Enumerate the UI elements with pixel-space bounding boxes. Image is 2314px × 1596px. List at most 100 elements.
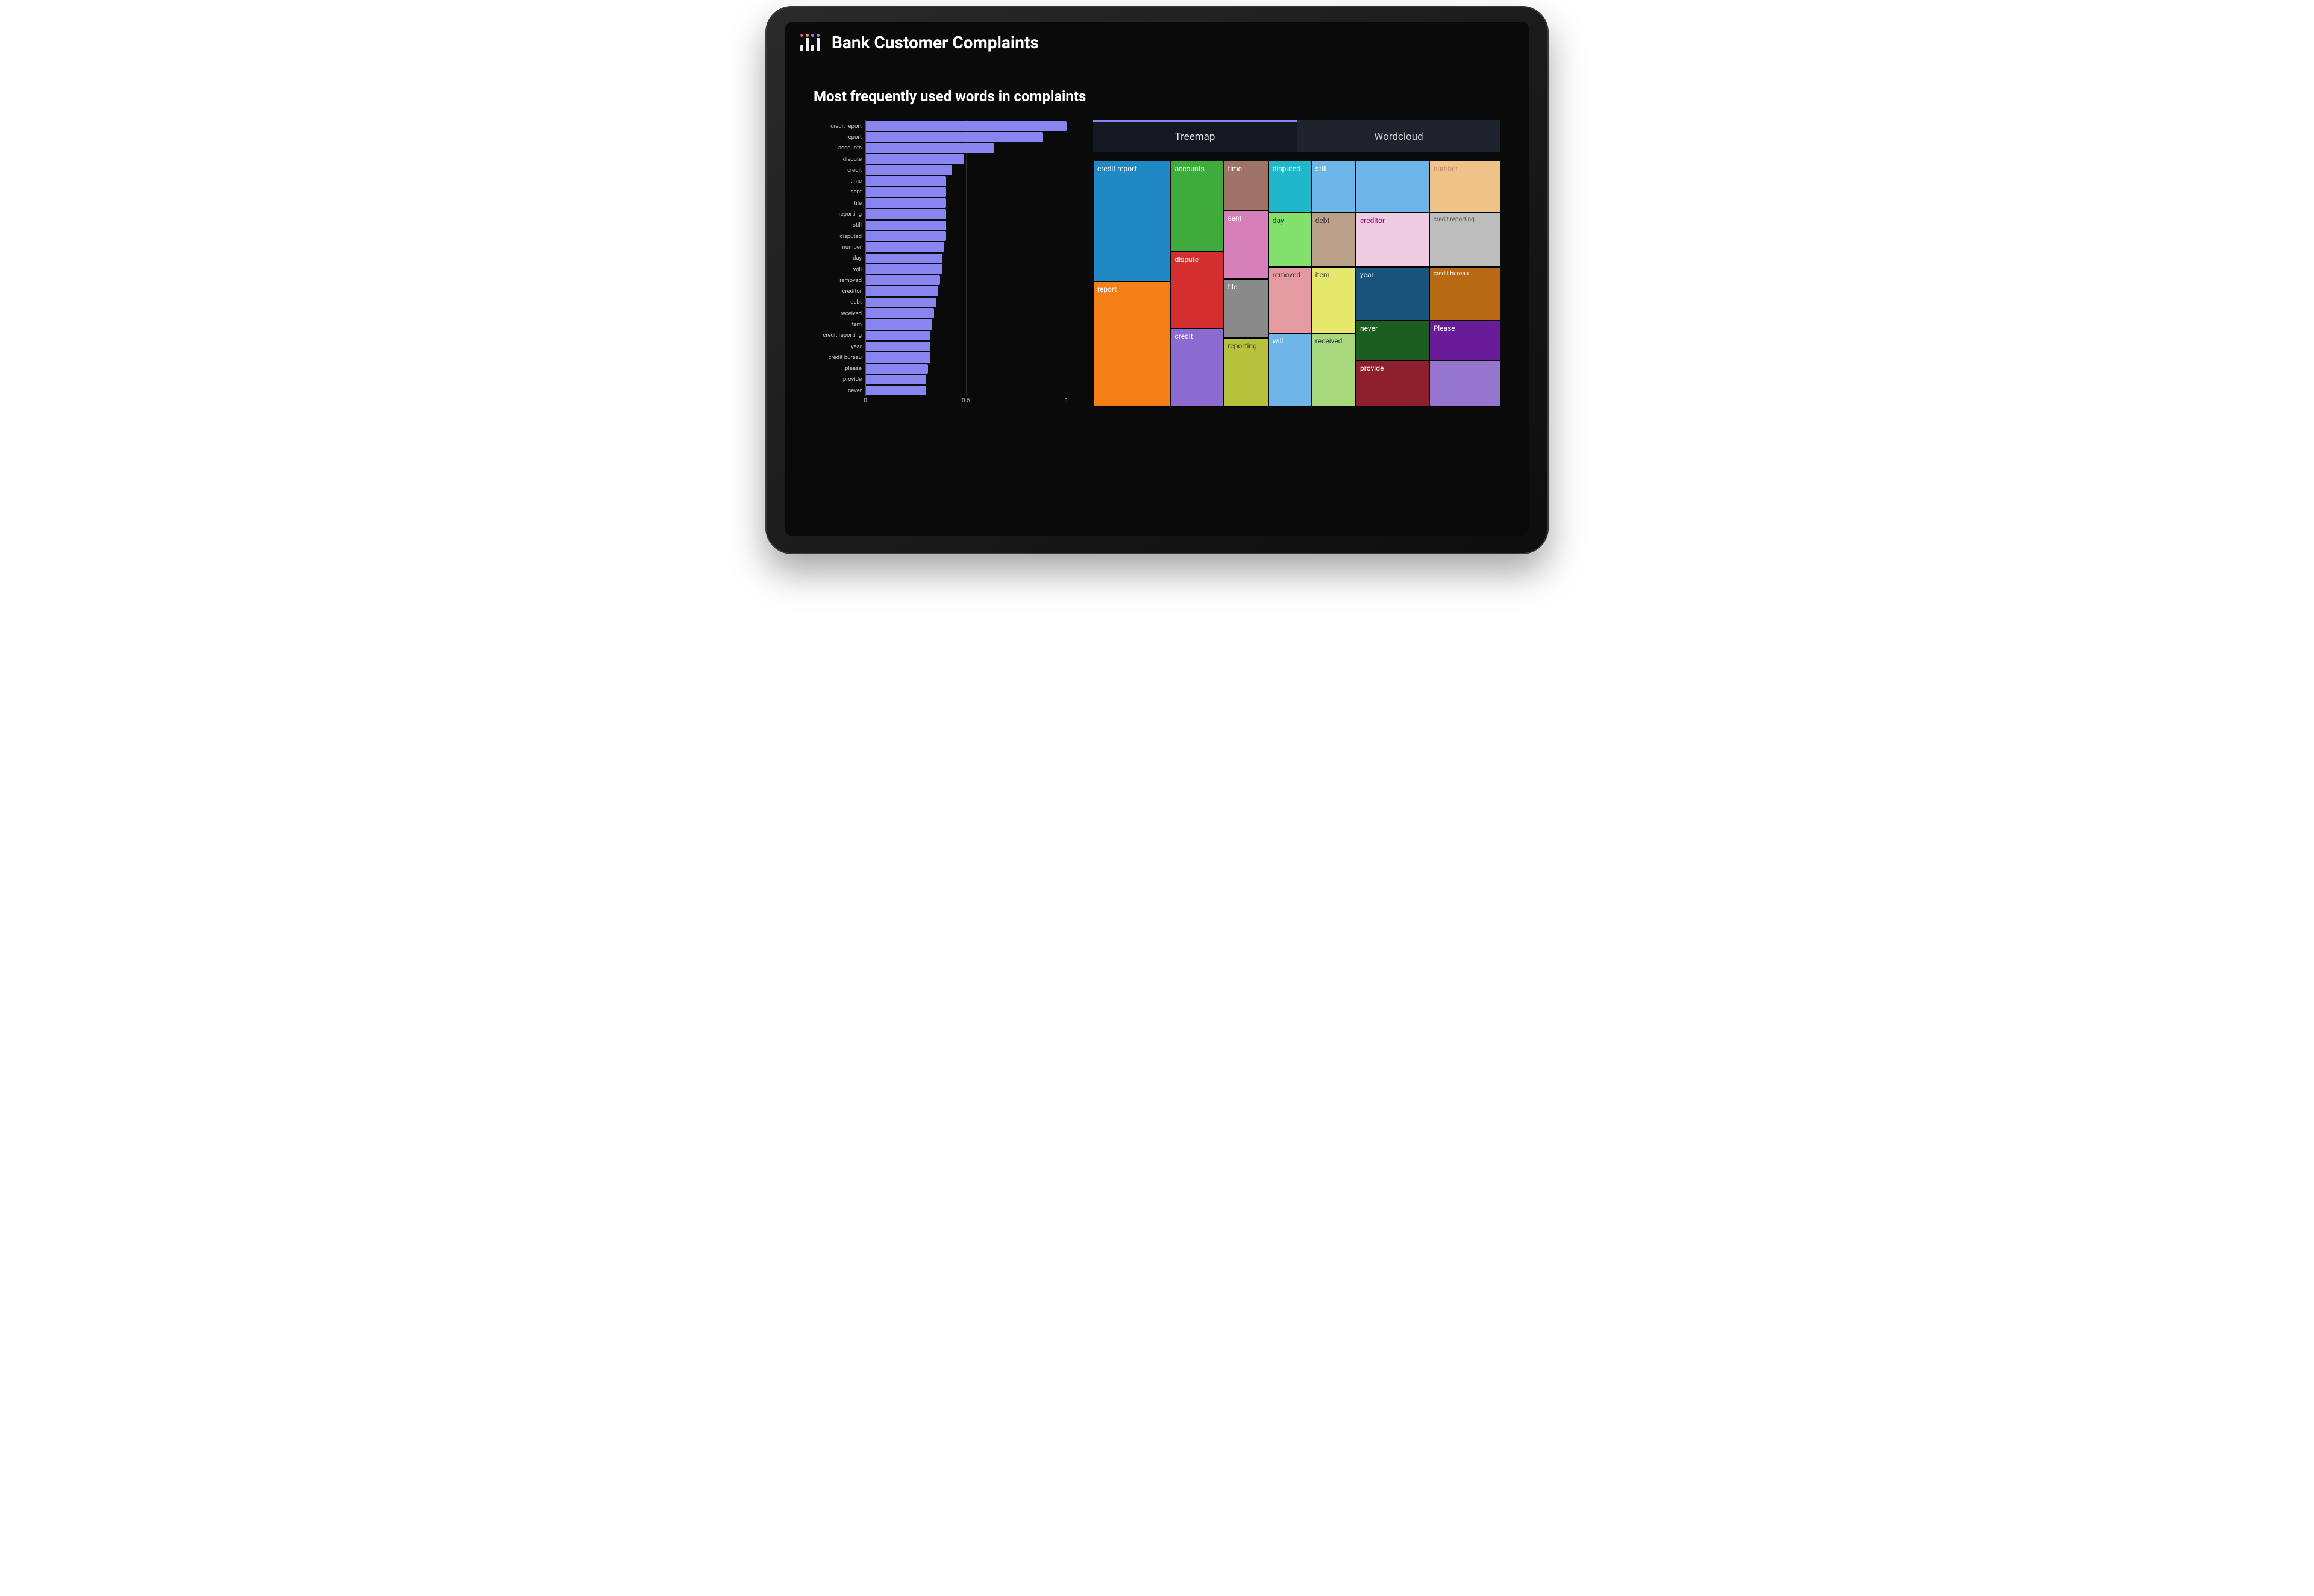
treemap-cell[interactable]: number: [1429, 161, 1500, 213]
treemap-cell[interactable]: disputed: [1268, 161, 1311, 213]
bar-row[interactable]: accounts: [814, 143, 1067, 154]
bar-row[interactable]: never: [814, 385, 1067, 396]
treemap-cell[interactable]: credit bureau: [1429, 267, 1500, 321]
bar-row[interactable]: item: [814, 319, 1067, 330]
bar-fill: [866, 319, 932, 329]
tab-wordcloud[interactable]: Wordcloud: [1297, 120, 1500, 152]
dashboard-content: Most frequently used words in complaints…: [785, 61, 1529, 425]
treemap-cell[interactable]: credit: [1170, 328, 1223, 407]
bar-label: reporting: [814, 211, 865, 217]
treemap-cell[interactable]: creditor: [1356, 213, 1429, 267]
treemap-cell[interactable]: still: [1311, 161, 1356, 213]
treemap-cell[interactable]: removed: [1268, 267, 1311, 333]
bar-row[interactable]: disputed: [814, 231, 1067, 242]
bar-label: still: [814, 222, 865, 228]
bar-fill: [866, 221, 946, 230]
bar-fill: [866, 254, 942, 263]
treemap-cell[interactable]: sent: [1223, 210, 1268, 279]
bar-row[interactable]: will: [814, 264, 1067, 275]
treemap-cell[interactable]: credit report: [1093, 161, 1170, 281]
bar-chart: credit report report accountsdispute credit…: [814, 120, 1067, 407]
bar-row[interactable]: still: [814, 220, 1067, 231]
bar-row[interactable]: year: [814, 341, 1067, 352]
bar-label: credit: [814, 167, 865, 174]
bar-row[interactable]: report: [814, 131, 1067, 142]
bar-row[interactable]: please: [814, 363, 1067, 374]
app-logo-icon: [800, 34, 820, 51]
bar-fill: [866, 198, 946, 208]
bar-label: removed: [814, 277, 865, 284]
treemap-cell[interactable]: day: [1268, 213, 1311, 267]
bar-row[interactable]: time: [814, 175, 1067, 186]
bar-fill: [866, 165, 952, 175]
bar-row[interactable]: credit reporting: [814, 330, 1067, 341]
bar-row[interactable]: credit bureau: [814, 352, 1067, 363]
treemap-cell[interactable]: Please: [1429, 321, 1500, 360]
treemap-cell[interactable]: never: [1356, 321, 1429, 360]
treemap-cell[interactable]: item: [1311, 267, 1356, 333]
treemap-cell-label: accounts: [1174, 164, 1204, 173]
bar-row[interactable]: reporting: [814, 208, 1067, 219]
treemap-cell[interactable]: [1356, 161, 1429, 213]
treemap-cell[interactable]: year: [1356, 267, 1429, 321]
bar-row[interactable]: sent: [814, 187, 1067, 198]
treemap-cell-label: sent: [1228, 214, 1241, 222]
bar-fill: [866, 121, 1067, 131]
treemap-cell[interactable]: file: [1223, 279, 1268, 338]
bar-label: disputed: [814, 233, 865, 240]
section-title: Most frequently used words in complaints: [814, 88, 1500, 105]
treemap-cell-label: day: [1273, 216, 1284, 225]
bar-fill: [866, 386, 926, 395]
viz-tabs: Treemap Wordcloud: [1093, 120, 1500, 152]
bar-label: will: [814, 266, 865, 273]
treemap-cell[interactable]: [1429, 360, 1500, 407]
bar-fill: [866, 375, 926, 384]
treemap-cell-label: credit reporting: [1434, 216, 1475, 223]
treemap-cell[interactable]: reporting: [1223, 338, 1268, 407]
treemap-cell[interactable]: debt: [1311, 213, 1356, 267]
treemap-cell-label: disputed: [1273, 164, 1300, 173]
treemap-cell-label: debt: [1315, 216, 1330, 225]
treemap-cell-label: received: [1315, 337, 1343, 345]
tab-treemap[interactable]: Treemap: [1093, 120, 1297, 152]
bar-fill: [866, 176, 946, 186]
treemap-cell[interactable]: report: [1093, 281, 1170, 407]
treemap-cell[interactable]: accounts: [1170, 161, 1223, 252]
treemap-chart: credit reportreportaccountsdisputecredit…: [1093, 161, 1500, 407]
bar-row[interactable]: dispute: [814, 154, 1067, 164]
treemap-cell[interactable]: dispute: [1170, 252, 1223, 328]
bar-label: never: [814, 387, 865, 394]
treemap-cell[interactable]: time: [1223, 161, 1268, 210]
bar-row[interactable]: credit report: [814, 120, 1067, 131]
bar-row[interactable]: received: [814, 308, 1067, 319]
bar-label: report: [814, 134, 865, 140]
bar-label: credit bureau: [814, 354, 865, 361]
app-screen: Bank Customer Complaints Most frequently…: [785, 22, 1529, 536]
bar-fill: [866, 242, 944, 252]
bar-row[interactable]: credit: [814, 164, 1067, 175]
treemap-cell[interactable]: provide: [1356, 360, 1429, 407]
bar-fill: [866, 342, 930, 351]
bar-label: time: [814, 178, 865, 184]
bar-fill: [866, 209, 946, 219]
bar-fill: [866, 187, 946, 197]
treemap-cell-label: report: [1097, 285, 1117, 293]
bar-row[interactable]: creditor: [814, 286, 1067, 296]
bar-row[interactable]: removed: [814, 275, 1067, 286]
treemap-cell-label: number: [1434, 164, 1458, 173]
treemap-cell-label: creditor: [1360, 216, 1385, 225]
treemap-cell[interactable]: credit reporting: [1429, 213, 1500, 267]
bar-row[interactable]: day: [814, 253, 1067, 264]
bar-label: number: [814, 244, 865, 251]
treemap-cell-label: reporting: [1228, 342, 1256, 350]
treemap-cell-label: never: [1360, 324, 1378, 333]
bar-label: file: [814, 200, 865, 207]
treemap-cell[interactable]: received: [1311, 333, 1356, 407]
bar-label: sent: [814, 189, 865, 195]
treemap-cell[interactable]: will: [1268, 333, 1311, 407]
bar-row[interactable]: file: [814, 198, 1067, 208]
bar-row[interactable]: debt: [814, 297, 1067, 308]
bar-row[interactable]: number: [814, 242, 1067, 252]
bar-label: provide: [814, 376, 865, 383]
bar-row[interactable]: provide: [814, 374, 1067, 385]
